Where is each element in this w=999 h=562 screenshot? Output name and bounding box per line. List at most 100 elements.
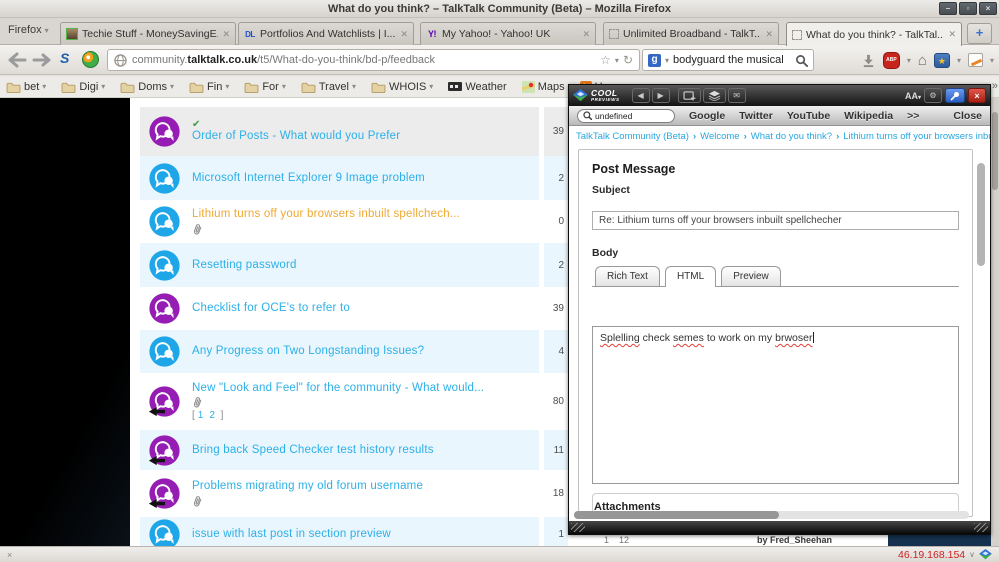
stack-button[interactable]: [702, 88, 726, 103]
chevron-down-icon[interactable]: ▾: [957, 56, 961, 65]
topic-title-link[interactable]: Any Progress on Two Longstanding Issues?: [192, 344, 542, 358]
chevron-down-icon[interactable]: ▾: [615, 56, 619, 65]
bookmarks-overflow-icon[interactable]: »: [992, 80, 998, 92]
browser-tab[interactable]: Techie Stuff - MoneySavingE... ✕: [60, 22, 236, 45]
reload-icon[interactable]: ↻: [623, 53, 633, 67]
body-editor-textarea[interactable]: Splelling check semes to work on my brwo…: [592, 326, 959, 484]
folder-icon: [371, 82, 386, 93]
editor-tab-preview[interactable]: Preview: [721, 266, 781, 286]
topic-title-link[interactable]: Resetting password: [192, 258, 542, 272]
firefox-menu-button[interactable]: Firefox ▾: [8, 24, 49, 36]
forward-button[interactable]: [32, 53, 52, 72]
google-engine-icon[interactable]: g: [648, 53, 661, 67]
panel-search-box[interactable]: undefined: [577, 108, 675, 123]
quick-link-[interactable]: >>: [907, 110, 919, 122]
topic-title-link[interactable]: Problems migrating my old forum username: [192, 479, 542, 493]
tab-close-icon[interactable]: ✕: [582, 29, 590, 40]
notes-addon-icon[interactable]: [967, 53, 983, 67]
coolpreviews-status-icon[interactable]: [979, 549, 992, 560]
email-button[interactable]: ✉: [727, 88, 746, 103]
scrollbar-thumb[interactable]: [574, 511, 780, 519]
bookmark-item-weather[interactable]: Weather: [448, 81, 507, 93]
browser-tab[interactable]: Y! My Yahoo! - Yahoo! UK ✕: [420, 22, 596, 45]
topic-title-link[interactable]: Microsoft Internet Explorer 9 Image prob…: [192, 171, 542, 185]
page-link[interactable]: 2: [209, 410, 215, 421]
text-size-button[interactable]: AA▾: [905, 91, 921, 101]
topic-title-link[interactable]: Order of Posts - What would you Prefer: [192, 129, 542, 143]
resize-grip-icon[interactable]: [571, 523, 585, 532]
back-button[interactable]: [6, 51, 28, 74]
bookmark-item-whois[interactable]: WHOIS ▾: [371, 81, 433, 93]
panel-forward-button[interactable]: ▶: [651, 88, 670, 103]
topic-title-link[interactable]: Checklist for OCE's to refer to: [192, 301, 542, 315]
addon-orb-icon[interactable]: [82, 51, 99, 68]
tab-close-icon[interactable]: ✕: [400, 29, 408, 40]
panel-close-link[interactable]: Close: [953, 110, 982, 122]
breadcrumb-link[interactable]: Welcome: [700, 131, 739, 142]
adblock-plus-icon[interactable]: ABP: [882, 51, 900, 69]
topic-title-link[interactable]: Lithium turns off your browsers inbuilt …: [192, 207, 542, 221]
bookmarks-library-icon[interactable]: ★: [933, 52, 950, 68]
topic-title-link[interactable]: issue with last post in section preview: [192, 527, 542, 541]
downloads-icon[interactable]: [861, 53, 876, 68]
bookmark-item-fin[interactable]: Fin ▾: [189, 81, 229, 93]
tab-close-icon[interactable]: ✕: [222, 29, 230, 40]
breadcrumb-link[interactable]: TalkTalk Community (Beta): [576, 131, 689, 142]
bookmark-label: WHOIS: [389, 80, 427, 93]
chevron-down-icon[interactable]: ▾: [907, 56, 911, 65]
statusbar-close-icon[interactable]: ×: [7, 550, 12, 560]
bookmark-item-maps[interactable]: Maps: [521, 80, 565, 93]
pin-panel-button[interactable]: [945, 88, 965, 103]
chevron-down-icon[interactable]: ∨: [969, 550, 975, 559]
chevron-down-icon: ▾: [101, 82, 106, 91]
resize-grip-icon[interactable]: [974, 523, 988, 532]
scrollbar-thumb[interactable]: [992, 112, 998, 190]
panel-search-input[interactable]: undefined: [595, 111, 632, 121]
open-in-window-button[interactable]: [677, 88, 701, 103]
quick-link-youtube[interactable]: YouTube: [787, 110, 830, 122]
browser-tab[interactable]: What do you think? - TalkTal... ✕: [786, 22, 962, 46]
home-icon[interactable]: ⌂: [918, 52, 927, 69]
new-tab-button[interactable]: +: [967, 23, 992, 44]
tab-label: Unlimited Broadband - TalkT...: [623, 28, 762, 40]
subject-input[interactable]: Re: Lithium turns off your browsers inbu…: [592, 211, 959, 230]
browser-scrollbar[interactable]: [990, 98, 999, 546]
quick-link-wikipedia[interactable]: Wikipedia: [844, 110, 893, 122]
panel-back-button[interactable]: ◀: [631, 88, 650, 103]
page-link[interactable]: 1: [198, 410, 204, 421]
bookmark-item-bet[interactable]: bet ▾: [6, 81, 46, 93]
bookmark-item-digi[interactable]: Digi ▾: [61, 81, 105, 93]
quick-link-google[interactable]: Google: [689, 110, 725, 122]
form-scrollbar-thumb[interactable]: [977, 163, 985, 266]
breadcrumb-link[interactable]: What do you think?: [751, 131, 832, 142]
maximize-button[interactable]: ▫: [959, 2, 977, 15]
search-icon[interactable]: [795, 54, 808, 67]
bookmark-item-for[interactable]: For ▾: [244, 81, 286, 93]
minimize-button[interactable]: –: [939, 2, 957, 15]
topic-title-link[interactable]: New "Look and Feel" for the community - …: [192, 381, 542, 395]
bookmark-item-travel[interactable]: Travel ▾: [301, 81, 356, 93]
search-box[interactable]: g ▾ bodyguard the musical: [642, 49, 814, 71]
chevron-down-icon[interactable]: ▾: [990, 56, 994, 65]
browser-tab[interactable]: Unlimited Broadband - TalkT... ✕: [603, 22, 779, 45]
close-panel-button[interactable]: ×: [968, 88, 986, 103]
panel-horizontal-scrollbar[interactable]: [574, 511, 969, 519]
bookmark-star-icon[interactable]: ☆: [600, 53, 611, 67]
close-window-button[interactable]: ×: [979, 2, 997, 15]
chevron-down-icon[interactable]: ▾: [665, 56, 669, 65]
tab-close-icon[interactable]: ✕: [948, 29, 956, 40]
topic-title-link[interactable]: Bring back Speed Checker test history re…: [192, 443, 542, 457]
tab-close-icon[interactable]: ✕: [765, 29, 773, 40]
search-input[interactable]: bodyguard the musical: [673, 54, 791, 66]
quick-link-twitter[interactable]: Twitter: [739, 110, 773, 122]
breadcrumb-link[interactable]: Lithium turns off your browsers inbuilt …: [843, 131, 990, 142]
url-bar[interactable]: community.talktalk.co.uk/t5/What-do-you-…: [107, 49, 640, 71]
session-manager-icon[interactable]: S: [60, 50, 69, 66]
avatar-favicon-icon: [66, 28, 78, 40]
bookmark-item-doms[interactable]: Doms ▾: [120, 81, 174, 93]
settings-gear-icon[interactable]: ⚙: [924, 88, 942, 103]
editor-tab-rich-text[interactable]: Rich Text: [595, 266, 660, 286]
browser-tab[interactable]: DL Portfolios And Watchlists | I... ✕: [238, 22, 414, 45]
ip-address[interactable]: 46.19.168.154: [898, 549, 965, 561]
editor-tab-html[interactable]: HTML: [664, 266, 717, 287]
